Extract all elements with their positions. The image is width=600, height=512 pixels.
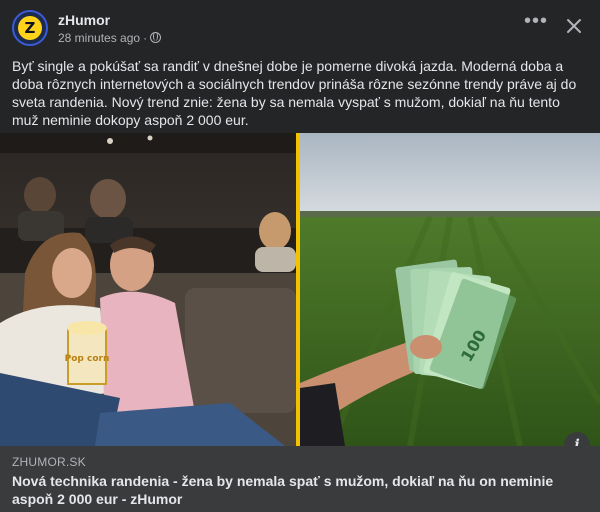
facebook-post: Z zHumor 28 minutes ago · ••• Byť single … (0, 0, 600, 512)
image-divider (296, 133, 300, 446)
cinema-scene: Pop corn (0, 133, 296, 446)
post-image-illustration: Pop corn 100 (0, 133, 600, 446)
link-title[interactable]: Nová technika randenia - žena by nemala … (12, 472, 582, 508)
link-preview[interactable]: ZHUMOR.SK Nová technika randenia - žena … (0, 446, 600, 512)
page-name-link[interactable]: zHumor (58, 12, 110, 28)
more-options-icon: ••• (523, 10, 548, 32)
globe-icon[interactable] (150, 32, 162, 43)
popcorn-box: Pop corn (65, 321, 110, 385)
avatar-letter: Z (24, 19, 36, 37)
post-image[interactable]: Pop corn 100 (0, 133, 600, 446)
post-body-text: Byť single a pokúšať sa randiť v dnešnej… (12, 58, 577, 128)
more-options-button[interactable]: ••• (522, 11, 550, 38)
popcorn-label: Pop corn (65, 354, 110, 364)
post-meta: 28 minutes ago · (58, 31, 162, 45)
post-header: Z zHumor 28 minutes ago · ••• (12, 10, 588, 50)
close-icon (567, 19, 581, 33)
zhumor-logo-icon: Z (18, 16, 42, 40)
page-avatar[interactable]: Z (12, 10, 48, 46)
close-button[interactable] (560, 12, 588, 40)
meta-separator: · (143, 31, 148, 45)
link-domain: ZHUMOR.SK (12, 455, 86, 469)
field-scene: 100 (300, 133, 600, 446)
post-timestamp[interactable]: 28 minutes ago (58, 31, 140, 45)
